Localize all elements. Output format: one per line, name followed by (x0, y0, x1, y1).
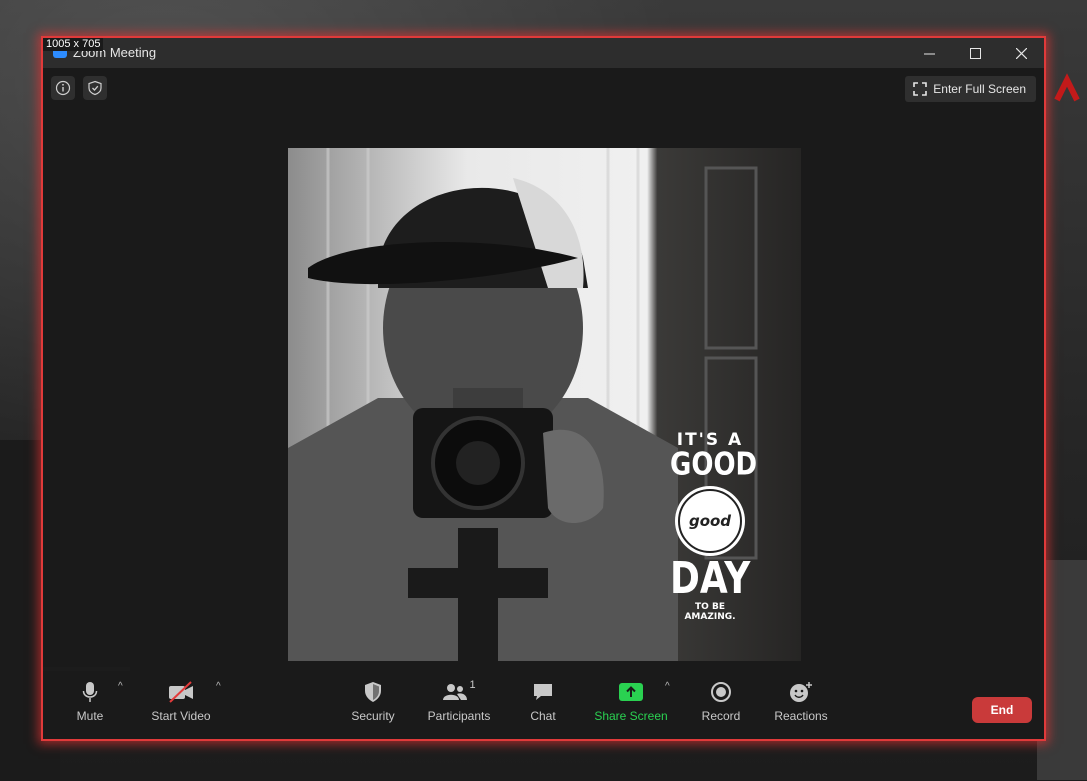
video-off-icon (169, 681, 193, 703)
desktop-decor (1054, 73, 1080, 102)
shield-check-icon (88, 80, 102, 96)
maximize-icon (969, 47, 981, 59)
meeting-toolbar: Mute ^ Start Video ^ Security 1 Particip… (43, 671, 1044, 739)
start-video-label: Start Video (151, 709, 211, 723)
minimize-icon (923, 53, 935, 54)
participants-button[interactable]: 1 Participants (427, 679, 491, 723)
shield-icon (365, 682, 381, 702)
end-meeting-button[interactable]: End (972, 697, 1032, 723)
record-button[interactable]: Record (699, 679, 743, 723)
mute-label: Mute (76, 709, 104, 723)
smiley-plus-icon (790, 682, 812, 702)
encryption-shield-button[interactable] (83, 76, 107, 100)
overlay-line-day: DAY (670, 554, 751, 604)
enter-full-screen-button[interactable]: Enter Full Screen (905, 76, 1036, 102)
overlay-line-good: GOOD (670, 447, 758, 483)
share-screen-button[interactable]: Share Screen (594, 679, 668, 723)
record-icon (711, 682, 731, 702)
window-dimensions-badge: 1005 x 705 (43, 38, 104, 51)
reactions-label: Reactions (774, 709, 828, 723)
chat-label: Chat (530, 709, 556, 723)
participants-label: Participants (427, 709, 491, 723)
participants-count: 1 (469, 679, 476, 691)
overlay-badge-text: good (688, 512, 732, 530)
chat-bubble-icon (534, 684, 552, 700)
video-stage: Enter Full Screen IT'S A GOOD good DAY T… (43, 68, 1044, 673)
title-bar[interactable]: Zoom Meeting (43, 38, 1044, 68)
audio-options-chevron-up-icon[interactable]: ^ (118, 681, 123, 692)
microphone-icon (82, 682, 98, 702)
participant-video: IT'S A GOOD good DAY TO BE AMAZING. (288, 148, 801, 661)
overlay-good-badge: good (675, 486, 745, 556)
full-screen-icon (913, 82, 928, 96)
full-screen-label: Enter Full Screen (933, 82, 1026, 96)
close-button[interactable] (998, 38, 1044, 68)
zoom-meeting-window: Zoom Meeting 1005 x 705 Enter Full Scree… (41, 36, 1046, 741)
mute-button[interactable]: Mute (73, 679, 107, 723)
security-button[interactable]: Security (349, 679, 397, 723)
share-screen-label: Share Screen (594, 709, 668, 723)
overlay-line-amazing: TO BE AMAZING. (684, 602, 736, 622)
good-day-overlay: IT'S A GOOD good DAY TO BE AMAZING. (670, 430, 758, 622)
minimize-button[interactable] (906, 38, 952, 68)
share-options-chevron-up-icon[interactable]: ^ (665, 681, 670, 692)
meeting-info-button[interactable] (51, 76, 75, 100)
participants-icon (443, 684, 468, 700)
record-label: Record (701, 709, 741, 723)
maximize-button[interactable] (952, 38, 998, 68)
reactions-button[interactable]: Reactions (773, 679, 829, 723)
start-video-button[interactable]: Start Video (151, 679, 211, 723)
chat-button[interactable]: Chat (527, 679, 559, 723)
close-icon (1015, 47, 1027, 59)
security-label: Security (351, 709, 395, 723)
share-screen-arrow-icon (619, 683, 643, 701)
info-icon (55, 80, 71, 96)
video-options-chevron-up-icon[interactable]: ^ (216, 681, 221, 692)
